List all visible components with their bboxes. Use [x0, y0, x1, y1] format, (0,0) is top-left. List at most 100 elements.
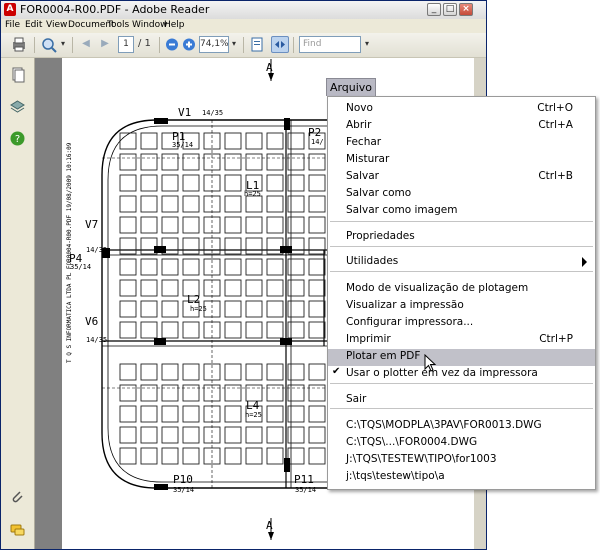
- waffle-cell: [119, 195, 137, 213]
- menu-item-configurar-impressora[interactable]: Configurar impressora...: [328, 315, 595, 332]
- pillar: [280, 338, 292, 345]
- menu-item-recent-file-4[interactable]: j:\tqs\testew\tipo\a: [328, 469, 595, 486]
- waffle-cell: [140, 216, 158, 234]
- waffle-cell: [119, 132, 137, 150]
- menu-item-imprimir[interactable]: Imprimir Ctrl+P: [328, 332, 595, 349]
- menu-item-label: Novo: [346, 102, 373, 114]
- menu-item-fechar[interactable]: Fechar: [328, 135, 595, 152]
- title-bar: A FOR0004-R00.PDF - Adobe Reader _ □ ×: [1, 1, 486, 20]
- menu-item-recent-file-3[interactable]: J:\TQS\TESTEW\TIPO\for1003: [328, 452, 595, 469]
- waffle-cell: [266, 258, 284, 276]
- waffle-cell: [161, 384, 179, 402]
- waffle-cell: [182, 174, 200, 192]
- help-icon[interactable]: ?: [9, 130, 26, 147]
- menu-item-modo-visualizacao-plotagem[interactable]: Modo de visualização de plotagem: [328, 281, 595, 298]
- waffle-cell: [308, 216, 326, 234]
- waffle-cell: [161, 216, 179, 234]
- waffle-cell: [287, 321, 305, 339]
- toolbar: ▾ ◀ ▶ 1 / 1 74,1% ▾ Find ▾: [1, 33, 486, 58]
- zoom-level-field[interactable]: 74,1%: [199, 36, 229, 53]
- prev-page-icon[interactable]: ◀: [77, 36, 95, 53]
- menu-item-recent-file-2[interactable]: C:\TQS\...\FOR0004.DWG: [328, 435, 595, 452]
- menu-file[interactable]: File: [5, 20, 20, 30]
- menu-item-label: C:\TQS\MODPLA\3PAV\FOR0013.DWG: [346, 419, 542, 431]
- menu-item-label: Propriedades: [346, 230, 415, 242]
- maximize-icon[interactable]: □: [443, 3, 457, 16]
- attachment-icon[interactable]: [9, 488, 26, 505]
- waffle-cell: [224, 405, 242, 423]
- waffle-cell: [119, 258, 137, 276]
- waffle-cell: [308, 321, 326, 339]
- search-tool-icon[interactable]: [40, 36, 58, 53]
- zoom-in-icon[interactable]: [180, 36, 198, 53]
- fit-width-icon[interactable]: [271, 36, 289, 53]
- waffle-cell: [308, 447, 326, 465]
- drawing-label: h=25: [244, 190, 261, 198]
- comments-icon[interactable]: [9, 522, 26, 539]
- chevron-down-icon[interactable]: ▾: [363, 36, 371, 53]
- waffle-cell: [287, 384, 305, 402]
- waffle-cell: [266, 216, 284, 234]
- menu-item-novo[interactable]: Novo Ctrl+O: [328, 101, 595, 118]
- waffle-cell: [140, 447, 158, 465]
- waffle-cell: [119, 426, 137, 444]
- close-icon[interactable]: ×: [459, 3, 473, 16]
- waffle-cell: [308, 279, 326, 297]
- waffle-cell: [308, 174, 326, 192]
- page-number-input[interactable]: 1: [118, 36, 134, 53]
- waffle-cell: [161, 447, 179, 465]
- menu-item-visualizar-impressao[interactable]: Visualizar a impressão: [328, 298, 595, 315]
- waffle-cell: [119, 300, 137, 318]
- menu-view[interactable]: View: [46, 20, 67, 30]
- menu-separator: [330, 271, 593, 272]
- menu-item-salvar-como-imagem[interactable]: Salvar como imagem: [328, 203, 595, 220]
- menu-help[interactable]: Help: [164, 20, 185, 30]
- waffle-cell: [266, 300, 284, 318]
- chevron-down-icon[interactable]: ▾: [59, 36, 67, 53]
- menu-item-salvar[interactable]: Salvar Ctrl+B: [328, 169, 595, 186]
- chevron-down-icon[interactable]: ▾: [230, 36, 238, 53]
- waffle-cell: [224, 153, 242, 171]
- menu-item-abrir[interactable]: Abrir Ctrl+A: [328, 118, 595, 135]
- zoom-out-icon[interactable]: [163, 36, 181, 53]
- print-icon[interactable]: [10, 36, 28, 53]
- waffle-cell: [224, 237, 242, 255]
- next-page-icon[interactable]: ▶: [96, 36, 114, 53]
- drawing-label: 35/14: [173, 486, 195, 494]
- menu-item-sair[interactable]: Sair: [328, 392, 595, 409]
- menu-item-propriedades[interactable]: Propriedades: [328, 229, 595, 246]
- menu-window[interactable]: Window: [132, 20, 168, 30]
- waffle-cell: [308, 300, 326, 318]
- menu-item-misturar[interactable]: Misturar: [328, 152, 595, 169]
- menu-item-label: Salvar como: [346, 187, 412, 199]
- drawing-label: V1: [178, 106, 192, 119]
- waffle-cell: [245, 363, 263, 381]
- minimize-icon[interactable]: _: [427, 3, 441, 16]
- drawing-label: 14/35: [86, 246, 108, 254]
- waffle-cell: [266, 426, 284, 444]
- menu-item-usar-plotter[interactable]: Usar o plotter em vez da impressora ✔: [328, 366, 595, 383]
- waffle-cell: [287, 195, 305, 213]
- fit-page-icon[interactable]: [248, 36, 266, 53]
- waffle-cell: [245, 153, 263, 171]
- pages-icon[interactable]: [9, 66, 26, 83]
- waffle-cell: [161, 174, 179, 192]
- menu-item-label: Modo de visualização de plotagem: [346, 282, 529, 294]
- menu-item-utilidades[interactable]: Utilidades: [328, 254, 595, 271]
- waffle-cell: [245, 237, 263, 255]
- waffle-cell: [182, 363, 200, 381]
- layers-icon[interactable]: [9, 98, 26, 115]
- menu-edit[interactable]: Edit: [25, 20, 42, 30]
- menu-tools[interactable]: Tools: [107, 20, 129, 30]
- waffle-cell: [224, 447, 242, 465]
- menu-item-label: C:\TQS\...\FOR0004.DWG: [346, 436, 478, 448]
- waffle-cell: [224, 321, 242, 339]
- drawing-label: A: [266, 519, 273, 532]
- waffle-cell: [119, 405, 137, 423]
- arquivo-menu-tab[interactable]: Arquivo: [326, 78, 376, 96]
- find-input[interactable]: Find: [299, 36, 361, 53]
- menu-item-plotar-em-pdf[interactable]: Plotar em PDF: [328, 349, 595, 366]
- menu-item-recent-file-1[interactable]: C:\TQS\MODPLA\3PAV\FOR0013.DWG: [328, 418, 595, 435]
- drawing-label: 35/14: [172, 141, 194, 149]
- menu-item-salvar-como[interactable]: Salvar como: [328, 186, 595, 203]
